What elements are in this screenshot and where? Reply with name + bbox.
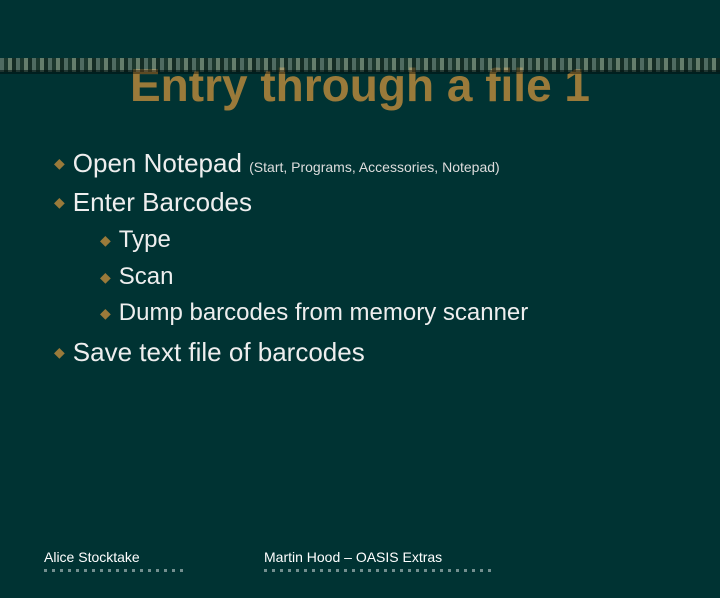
bullet-text: Save text file of barcodes — [73, 335, 365, 370]
footer-left: Alice Stocktake — [44, 549, 244, 572]
text-path-note: (Start, Programs, Accessories, Notepad) — [249, 159, 500, 175]
text-notepad: Notepad — [136, 148, 249, 178]
subbullet-text: Type — [119, 224, 171, 256]
diamond-icon: ◆ — [54, 345, 65, 359]
footer-right-text: Martin Hood – OASIS Extras — [264, 549, 442, 565]
subbullet-text: Scan — [119, 261, 174, 293]
bullet-open-notepad: ◆ Open Notepad (Start, Programs, Accesso… — [54, 146, 666, 181]
bullet-text: Enter Barcodes — [73, 185, 252, 220]
bullet-text: Open Notepad (Start, Programs, Accessori… — [73, 146, 500, 181]
diamond-icon: ◆ — [54, 156, 65, 170]
footer-left-text: Alice Stocktake — [44, 549, 140, 565]
diamond-icon: ◆ — [100, 270, 111, 284]
diamond-icon: ◆ — [54, 195, 65, 209]
subbullet-dump: ◆ Dump barcodes from memory scanner — [100, 297, 666, 329]
slide-body: ◆ Open Notepad (Start, Programs, Accesso… — [54, 146, 666, 370]
decorative-top-strip — [0, 58, 720, 72]
subbullet-type: ◆ Type — [100, 224, 666, 256]
slide-footer: Alice Stocktake Martin Hood – OASIS Extr… — [0, 549, 720, 572]
footer-right: Martin Hood – OASIS Extras — [264, 549, 494, 572]
subbullet-text: Dump barcodes from memory scanner — [119, 297, 528, 329]
diamond-icon: ◆ — [100, 233, 111, 247]
bullet-enter-barcodes: ◆ Enter Barcodes — [54, 185, 666, 220]
bullet-save: ◆ Save text file of barcodes — [54, 335, 666, 370]
subbullet-scan: ◆ Scan — [100, 261, 666, 293]
footer-underline-icon — [44, 569, 184, 572]
footer-underline-icon — [264, 569, 494, 572]
text-open: Open — [73, 148, 137, 178]
diamond-icon: ◆ — [100, 306, 111, 320]
